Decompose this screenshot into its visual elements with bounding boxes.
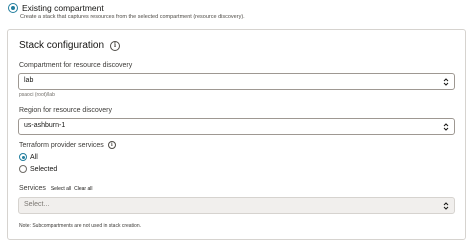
info-icon[interactable]: i bbox=[110, 40, 121, 51]
services-placeholder: Select... bbox=[24, 201, 50, 208]
region-label: Region for resource discovery bbox=[19, 107, 112, 114]
region-select[interactable]: us-ashburn-1 bbox=[18, 118, 455, 135]
services-select[interactable]: Select... bbox=[18, 197, 455, 214]
services-label: Services bbox=[19, 185, 46, 192]
compartment-path: psaoci (root)/lab bbox=[19, 92, 55, 98]
panel-header: Stack configuration i bbox=[19, 40, 121, 51]
option-selected-radio[interactable]: Selected bbox=[19, 165, 57, 173]
radio-selected-icon[interactable] bbox=[8, 3, 18, 13]
info-icon[interactable]: i bbox=[107, 141, 116, 149]
existing-compartment-radio[interactable]: Existing compartment bbox=[8, 3, 104, 13]
terraform-services-label: Terraform provider services bbox=[19, 141, 104, 149]
option-all-radio[interactable]: All bbox=[19, 153, 38, 161]
chevron-up-down-icon bbox=[443, 202, 449, 210]
services-header: Services Select all Clear all bbox=[19, 185, 92, 192]
clear-all-link[interactable]: Clear all bbox=[74, 186, 92, 192]
chevron-up-down-icon bbox=[443, 123, 449, 131]
chevron-up-down-icon bbox=[443, 78, 449, 86]
radio-unselected-icon[interactable] bbox=[19, 165, 27, 173]
terraform-services-header: Terraform provider services i bbox=[19, 141, 116, 149]
radio-selected-icon[interactable] bbox=[19, 153, 27, 161]
panel-title: Stack configuration bbox=[19, 40, 105, 51]
option-selected-label: Selected bbox=[30, 165, 58, 173]
compartment-select[interactable]: lab bbox=[18, 73, 455, 90]
compartment-value: lab bbox=[24, 77, 34, 84]
compartment-label: Compartment for resource discovery bbox=[19, 62, 133, 69]
region-value: us-ashburn-1 bbox=[24, 122, 66, 129]
stack-configuration-panel: Stack configuration i Compartment for re… bbox=[7, 29, 466, 240]
existing-compartment-label: Existing compartment bbox=[22, 3, 104, 13]
select-all-link[interactable]: Select all bbox=[51, 186, 71, 192]
option-all-label: All bbox=[30, 153, 38, 161]
subcompartment-note: Note: Subcompartments are not used in st… bbox=[19, 223, 142, 229]
existing-compartment-description: Create a stack that captures resources f… bbox=[20, 14, 245, 20]
